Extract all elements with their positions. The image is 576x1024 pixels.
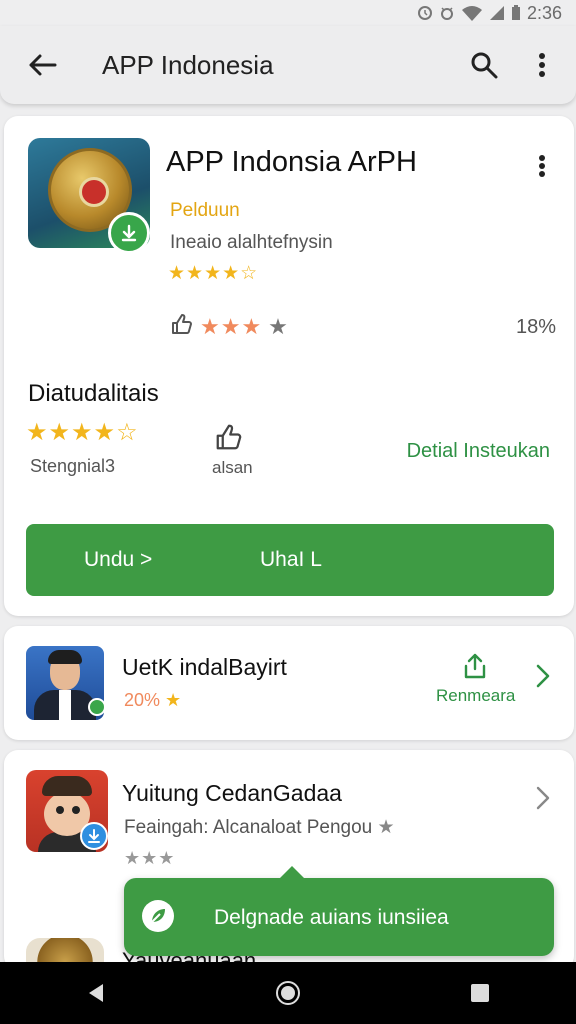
battery-icon xyxy=(511,5,521,21)
back-arrow-icon[interactable] xyxy=(22,45,62,85)
list-item-rating-stars: ★★★ xyxy=(124,848,176,868)
app-title: APP Indonsia ArPH xyxy=(166,146,417,178)
chevron-right-icon[interactable] xyxy=(534,784,552,812)
install-button-right-label: UhaI L xyxy=(260,548,322,571)
top-app-bar: APP Indonesia xyxy=(0,26,576,104)
share-label[interactable]: Renmeara xyxy=(436,686,515,706)
share-icon[interactable] xyxy=(462,652,488,685)
thumbs-up-outline-icon[interactable] xyxy=(170,312,194,341)
snackbar[interactable]: Delgnade auians iunsiiea xyxy=(124,866,554,956)
card-overflow-icon[interactable] xyxy=(530,150,554,182)
download-badge-icon xyxy=(80,822,108,850)
search-icon[interactable] xyxy=(464,45,504,85)
nav-recents-icon[interactable] xyxy=(450,973,510,1013)
snackbar-message: Delgnade auians iunsiiea xyxy=(214,906,449,929)
grey-star: ★ xyxy=(268,313,288,339)
nav-home-icon[interactable] xyxy=(258,973,318,1013)
app-detail-card: APP Indonsia ArPH Pelduun Ineaio alalhte… xyxy=(4,116,574,616)
list-item-percent: 20% xyxy=(124,690,161,710)
app-bar-title: APP Indonesia xyxy=(102,49,274,80)
system-navigation-bar xyxy=(0,962,576,1024)
section-rating-stars: ★★★★☆ xyxy=(26,419,139,446)
rating-count-label: Stengnial3 xyxy=(30,456,116,476)
orange-stars: ★★★ xyxy=(200,313,263,339)
list-item-subtitle-text: Feaingah: Alcanaloat Pengou xyxy=(124,817,373,838)
star-icon: ★ xyxy=(165,690,182,710)
app-subtitle: Ineaio alalhtefnysin xyxy=(170,232,333,253)
list-item-title: Yuitung CedanGadaa xyxy=(122,780,342,806)
secondary-rating-row: ★★★ ★ xyxy=(170,312,288,341)
alarm-icon xyxy=(417,5,433,21)
thumbs-up-label: alsan xyxy=(212,458,253,477)
list-item[interactable]: UetK indalBayirt 20% ★ Renmeara xyxy=(4,626,574,740)
nav-back-icon[interactable] xyxy=(66,973,126,1013)
app-rating-stars: ★★★★☆ xyxy=(168,263,259,284)
status-time: 2:36 xyxy=(526,2,562,23)
verified-badge-icon xyxy=(88,698,106,716)
download-badge-icon xyxy=(108,212,150,254)
star-icon: ★ xyxy=(377,817,395,838)
section-title: Diatudalitais xyxy=(28,380,159,407)
detail-link[interactable]: Detial Insteukan xyxy=(407,440,550,463)
list-item-subtitle: Feaingah: Alcanaloat Pengou ★ xyxy=(124,816,395,839)
wifi-signal-icon xyxy=(461,5,483,21)
install-button-left-label: Undu > xyxy=(84,548,153,571)
leaf-logo-icon xyxy=(142,900,174,932)
list-item-title: UetK indalBayirt xyxy=(122,654,287,680)
clock-alarm-icon xyxy=(439,5,455,21)
install-button[interactable]: Undu > UhaI L xyxy=(26,524,554,596)
thumbs-up-icon[interactable] xyxy=(214,422,244,457)
publisher-name[interactable]: Pelduun xyxy=(170,200,240,222)
status-bar: 2:36 xyxy=(0,0,576,26)
list-item-meta: 20% ★ xyxy=(124,690,181,711)
cell-signal-icon xyxy=(489,5,505,21)
percent-value: 18% xyxy=(515,316,556,338)
overflow-menu-icon[interactable] xyxy=(522,45,562,85)
chevron-right-icon[interactable] xyxy=(534,662,552,690)
